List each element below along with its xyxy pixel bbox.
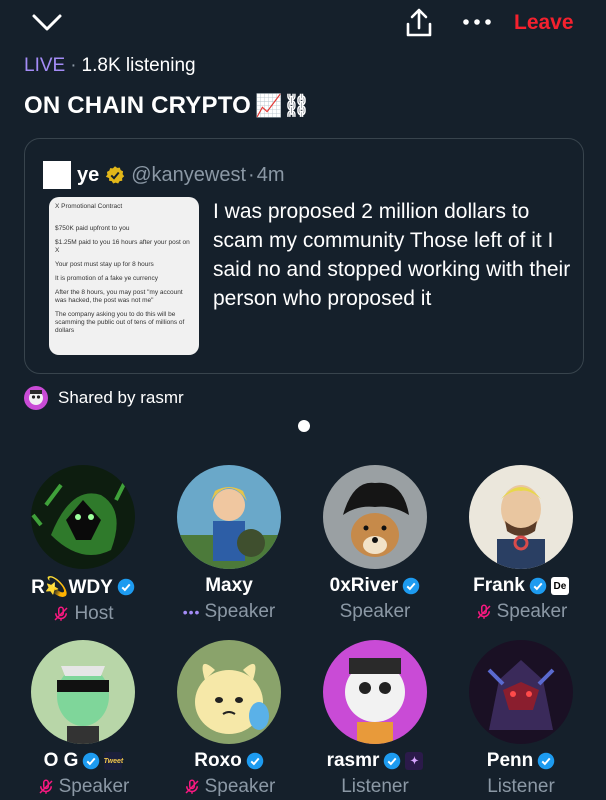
image-text-line: Your post must stay up for 8 hours [55, 261, 154, 268]
gold-verified-badge-icon [106, 166, 125, 184]
participant-name: Roxo [194, 750, 242, 771]
participant-avatar [323, 640, 427, 744]
participant-name-row: Roxo [156, 750, 302, 772]
verified-badge-icon [537, 752, 555, 770]
participant-role: Speaker [204, 601, 276, 622]
affiliate-badge: ✦ [405, 752, 424, 770]
separator-dot: · [70, 55, 77, 76]
participant-role-row: Speaker [302, 601, 448, 623]
participant-name-row: O G Tweet [10, 750, 156, 772]
share-icon[interactable] [402, 6, 436, 40]
shared-by-avatar [24, 386, 48, 410]
participant[interactable]: Maxy ••• Speaker [156, 465, 302, 623]
participant-name: O G [43, 750, 79, 771]
participant-role-row: Speaker [10, 776, 156, 798]
participant-role: Listener [341, 776, 409, 797]
mic-off-icon [39, 779, 53, 794]
more-options-icon[interactable] [460, 12, 494, 32]
participant-role: Speaker [496, 601, 568, 622]
participant[interactable]: Frank De Speaker [448, 465, 594, 623]
participant-avatar [469, 640, 573, 744]
live-label: LIVE [24, 55, 66, 76]
participant-role: Speaker [204, 776, 276, 797]
verified-badge-icon [403, 577, 420, 595]
affiliate-badge: De [550, 577, 569, 595]
space-title-text: ON CHAIN CRYPTO [24, 92, 252, 119]
pinned-tweet-card[interactable]: ye @kanyewest · 4m X Promotional Contrac… [24, 138, 584, 374]
participant-role-row: ••• Speaker [156, 601, 302, 623]
participant[interactable]: Penn Listener [448, 640, 594, 798]
participant-name: rasmr [326, 750, 380, 771]
participant-role: Host [74, 603, 114, 624]
participant-role-row: Speaker [448, 601, 594, 623]
shared-by[interactable]: Shared by rasmr [24, 386, 184, 410]
chevron-down-icon[interactable] [30, 10, 64, 36]
participant-name: 0xRiver [329, 575, 399, 596]
mic-off-icon [477, 604, 491, 619]
verified-badge-icon [246, 752, 263, 770]
participant-role: Listener [487, 776, 555, 797]
image-text-line: $750K paid upfront to you [55, 225, 130, 232]
listening-count: 1.8K listening [81, 55, 196, 76]
verified-badge-icon [384, 752, 401, 770]
participant[interactable]: rasmr ✦ Listener [302, 640, 448, 798]
tweet-display-name[interactable]: ye [77, 164, 99, 187]
shared-by-text: Shared by rasmr [58, 388, 184, 407]
tweet-time: 4m [256, 163, 285, 186]
tweet-avatar[interactable] [43, 161, 71, 189]
participant-name-row: Penn [448, 750, 594, 772]
participant-role-row: Listener [448, 776, 594, 798]
participant[interactable]: R💫WDY Host [10, 465, 156, 625]
participant-avatar [31, 465, 135, 569]
participant-avatar [177, 640, 281, 744]
participant-avatar [323, 465, 427, 569]
participant-avatar [469, 465, 573, 569]
space-status: LIVE · 1.8K listening [24, 55, 196, 77]
participant-name: R💫WDY [31, 577, 113, 598]
tweet-text: I was proposed 2 million dollars to scam… [213, 200, 571, 310]
participant-role-row: Speaker [156, 776, 302, 798]
tweet-handle[interactable]: @kanyewest [131, 164, 246, 187]
participant-name: Penn [486, 750, 534, 771]
participant-role-row: Host [10, 603, 156, 625]
participant-name-row: Frank De [448, 575, 594, 597]
participant-name-row: R💫WDY [10, 575, 156, 599]
participant-avatar [31, 640, 135, 744]
participant-name-row: 0xRiver [302, 575, 448, 597]
participant-name: Maxy [205, 575, 253, 596]
leave-button[interactable]: Leave [514, 11, 574, 35]
participant-role: Speaker [58, 776, 130, 797]
image-text-line: It is promotion of a fake ye currency [55, 275, 158, 282]
verified-badge-icon [117, 578, 135, 596]
mic-off-icon [54, 606, 68, 621]
participant-name: Frank [473, 575, 525, 596]
participant-role: Speaker [339, 601, 411, 622]
space-title: ON CHAIN CRYPTO 📈⛓ [24, 92, 311, 120]
image-text-line: The company asking you to do this will b… [55, 311, 185, 334]
tweet-image[interactable]: X Promotional Contract $750K paid upfron… [49, 197, 199, 355]
participant-role-row: Listener [302, 776, 448, 798]
participant-name-row: Maxy [156, 575, 302, 597]
participant[interactable]: Roxo Speaker [156, 640, 302, 798]
verified-badge-icon [529, 577, 547, 595]
page-indicator-dot [298, 420, 310, 432]
participant[interactable]: O G Tweet Speaker [10, 640, 156, 798]
tweet-header: ye @kanyewest · 4m [43, 161, 285, 189]
mic-off-icon [185, 779, 199, 794]
participant[interactable]: 0xRiver Speaker [302, 465, 448, 623]
title-emoji: 📈⛓ [255, 93, 311, 118]
separator-dot: · [248, 163, 255, 186]
top-bar: Leave [0, 0, 606, 50]
participant-avatar [177, 465, 281, 569]
image-text-line: After the 8 hours, you may post "my acco… [55, 289, 183, 304]
verified-badge-icon [83, 752, 100, 770]
affiliate-badge: Tweet [104, 752, 123, 770]
image-text-line: X Promotional Contract [55, 203, 123, 210]
speaking-indicator-icon: ••• [182, 604, 201, 620]
participant-name-row: rasmr ✦ [302, 750, 448, 772]
image-text-line: $1.25M paid to you 16 hours after your p… [55, 239, 190, 254]
